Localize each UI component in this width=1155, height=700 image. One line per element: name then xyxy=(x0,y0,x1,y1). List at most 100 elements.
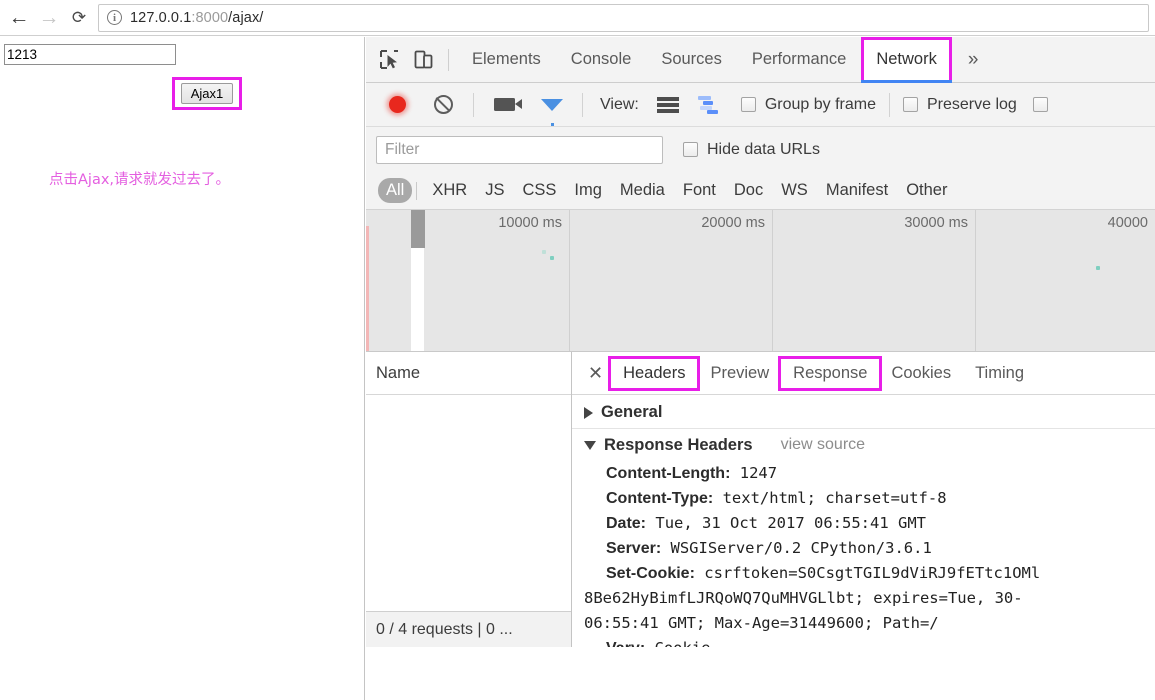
header-row: Date: Tue, 31 Oct 2017 06:55:41 GMT xyxy=(572,511,1155,536)
ajax-text-input[interactable] xyxy=(4,44,176,65)
tab-sources[interactable]: Sources xyxy=(646,37,737,83)
type-filter-xhr[interactable]: XHR xyxy=(423,179,476,202)
overview-ruler: 10000 ms 20000 ms 30000 ms 40000 xyxy=(366,210,1155,351)
toolbar-divider xyxy=(582,92,583,117)
forward-icon[interactable]: → xyxy=(34,3,64,33)
response-headers-label: Response Headers xyxy=(604,435,753,454)
list-view-button[interactable] xyxy=(651,88,685,122)
response-headers-section-header[interactable]: Response Headers view source xyxy=(572,429,1155,461)
hide-data-urls-checkbox[interactable] xyxy=(683,142,698,157)
header-key: Server: xyxy=(606,540,662,557)
detail-tab-cookies[interactable]: Cookies xyxy=(880,360,962,387)
type-filter-doc[interactable]: Doc xyxy=(725,179,772,202)
filter-input[interactable] xyxy=(376,135,663,164)
request-list-body[interactable] xyxy=(366,395,571,611)
detail-tab-timing[interactable]: Timing xyxy=(964,360,1035,387)
devtools-panel: Elements Console Sources Performance Net… xyxy=(366,37,1155,700)
header-value: text/html; charset=utf-8 xyxy=(722,489,947,507)
tab-console[interactable]: Console xyxy=(556,37,647,83)
overview-right-handle[interactable] xyxy=(417,210,425,248)
overview-event-dot xyxy=(1096,266,1100,270)
header-wrapped-line: 06:55:41 GMT; Max-Age=31449600; Path=/ xyxy=(584,614,939,632)
header-key: Content-Type: xyxy=(606,490,714,507)
request-list-pane: Name 0 / 4 requests | 0 ... xyxy=(366,352,572,647)
camera-icon xyxy=(493,98,522,111)
type-filter-all[interactable]: All xyxy=(378,178,413,203)
group-by-frame-option[interactable]: Group by frame xyxy=(740,95,876,114)
network-overview-timeline[interactable]: 10000 ms 20000 ms 30000 ms 40000 xyxy=(366,210,1155,352)
type-filter-manifest[interactable]: Manifest xyxy=(817,179,897,202)
preserve-log-checkbox[interactable] xyxy=(903,97,918,112)
type-filter-other[interactable]: Other xyxy=(897,179,956,202)
type-filter-media[interactable]: Media xyxy=(611,179,674,202)
device-toolbar-icon[interactable] xyxy=(406,43,440,77)
view-source-link[interactable]: view source xyxy=(781,436,865,454)
header-value: Tue, 31 Oct 2017 06:55:41 GMT xyxy=(655,514,926,532)
general-section-header[interactable]: General xyxy=(572,397,1155,429)
request-status-footer: 0 / 4 requests | 0 ... xyxy=(366,611,571,647)
page-message: 点击Ajax,请求就发过去了。 xyxy=(49,172,231,188)
devtools-tabstrip: Elements Console Sources Performance Net… xyxy=(366,37,1155,83)
info-icon[interactable]: i xyxy=(107,10,122,25)
hide-data-urls-label: Hide data URLs xyxy=(707,140,820,158)
disable-cache-option[interactable] xyxy=(1032,97,1048,112)
header-row: Set-Cookie: csrftoken=S0CsgtTGIL9dViRJ9f… xyxy=(572,561,1155,586)
overview-tick: 40000 xyxy=(1107,215,1148,231)
preserve-log-option[interactable]: Preserve log xyxy=(903,96,1017,114)
address-bar[interactable]: i 127.0.0.1:8000/ajax/ xyxy=(98,3,1149,32)
ajax1-button[interactable]: Ajax1 xyxy=(181,83,233,104)
header-key: Vary: xyxy=(606,640,645,647)
header-value: Cookie xyxy=(654,639,710,647)
chevron-down-icon xyxy=(584,440,596,450)
page-viewport: Ajax1 点击Ajax,请求就发过去了。 xyxy=(0,37,365,700)
header-key: Content-Length: xyxy=(606,465,731,482)
filter-funnel-icon xyxy=(541,98,563,126)
type-filter-css[interactable]: CSS xyxy=(513,179,565,202)
header-row: Content-Length: 1247 xyxy=(572,461,1155,486)
group-by-frame-checkbox[interactable] xyxy=(740,97,756,112)
overview-tick: 10000 ms xyxy=(498,215,562,231)
disable-cache-checkbox[interactable] xyxy=(1032,97,1048,112)
type-filter-js[interactable]: JS xyxy=(476,179,513,202)
clear-icon xyxy=(433,95,453,114)
column-header-name[interactable]: Name xyxy=(366,352,571,395)
reload-icon[interactable]: ⟳ xyxy=(64,3,94,33)
type-divider xyxy=(416,181,418,200)
record-button[interactable] xyxy=(380,88,414,122)
detail-tab-preview[interactable]: Preview xyxy=(699,360,780,387)
browser-toolbar: ← → ⟳ i 127.0.0.1:8000/ajax/ xyxy=(0,0,1155,36)
header-row: Content-Type: text/html; charset=utf-8 xyxy=(572,486,1155,511)
close-icon[interactable]: ✕ xyxy=(580,364,611,382)
waterfall-view-button[interactable] xyxy=(693,88,727,122)
type-filter-font[interactable]: Font xyxy=(674,179,725,202)
clear-button[interactable] xyxy=(426,88,460,122)
ruler-divider xyxy=(772,210,773,351)
type-filter-img[interactable]: Img xyxy=(565,179,611,202)
detail-tab-headers[interactable]: Headers xyxy=(608,355,701,391)
hide-data-urls-option[interactable]: Hide data URLs xyxy=(683,141,820,159)
request-detail-pane: ✕ Headers Preview Response Cookies Timin… xyxy=(572,352,1155,647)
tab-performance[interactable]: Performance xyxy=(737,37,861,83)
capture-screenshots-button[interactable] xyxy=(487,88,522,122)
tab-elements[interactable]: Elements xyxy=(457,37,556,83)
more-tabs-icon[interactable]: » xyxy=(958,37,989,83)
group-by-frame-label: Group by frame xyxy=(764,95,876,113)
detail-tab-response[interactable]: Response xyxy=(778,355,883,391)
url-text: 127.0.0.1:8000/ajax/ xyxy=(130,10,263,26)
url-port: :8000 xyxy=(191,9,229,26)
overview-start-marker xyxy=(366,226,369,351)
network-toolbar: View: Group by frame Preserve log xyxy=(366,83,1155,127)
type-filter-ws[interactable]: WS xyxy=(772,179,817,202)
header-key: Date: xyxy=(606,515,647,532)
toolbar-divider xyxy=(889,92,890,117)
filter-toggle-button[interactable] xyxy=(535,88,569,126)
view-label: View: xyxy=(600,95,639,113)
toolbar-divider xyxy=(473,92,474,117)
back-icon[interactable]: ← xyxy=(4,3,34,33)
header-row: Server: WSGIServer/0.2 CPython/3.6.1 xyxy=(572,536,1155,561)
url-path: /ajax/ xyxy=(228,9,264,26)
general-label: General xyxy=(601,403,663,421)
tab-network[interactable]: Network xyxy=(861,37,952,83)
header-value: 1247 xyxy=(739,464,778,482)
inspect-element-icon[interactable] xyxy=(372,43,406,77)
